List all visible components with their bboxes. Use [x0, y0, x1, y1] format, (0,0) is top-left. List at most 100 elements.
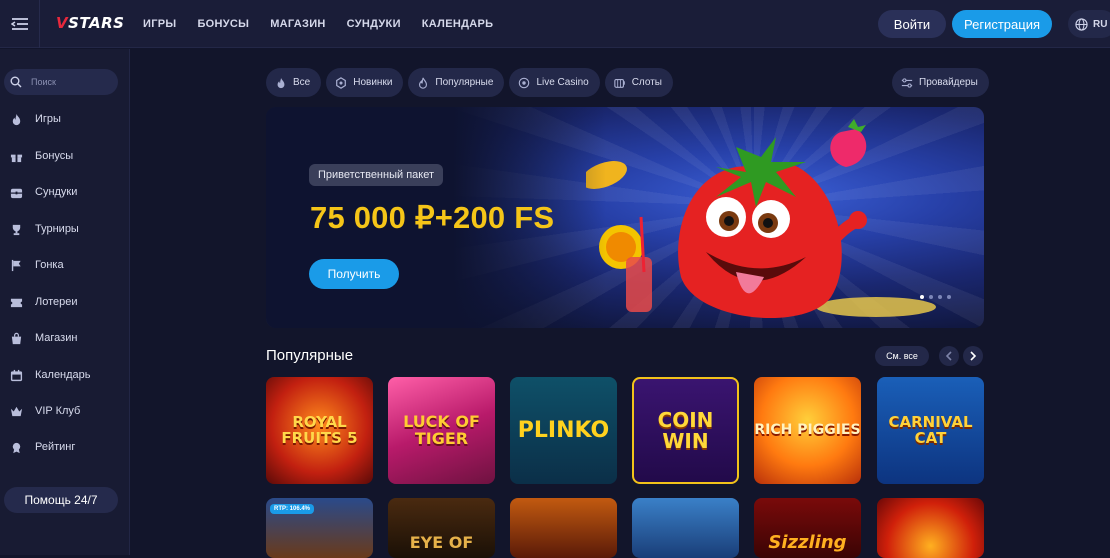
game-tile-row2-4[interactable]	[632, 498, 739, 558]
flame-icon	[12, 113, 21, 125]
game-tile-eye-of[interactable]: EYE OF	[388, 498, 495, 558]
sidebar-item-bonuses[interactable]: Бонусы	[10, 146, 73, 166]
login-button[interactable]: Войти	[878, 10, 946, 38]
game-tile-rich-piggies[interactable]: RICH PIGGIES	[754, 377, 861, 484]
language-code: RU	[1093, 18, 1108, 30]
logo-text: STARS	[68, 14, 125, 32]
crown-icon	[10, 406, 23, 416]
game-tile-row2-6[interactable]	[877, 498, 984, 558]
sidebar-item-race[interactable]: Гонка	[10, 255, 64, 275]
flag-icon	[11, 259, 21, 271]
sidebar-item-label: Календарь	[35, 369, 91, 381]
filter-label: Популярные	[435, 77, 494, 88]
promo-badge: Приветственный пакет	[309, 164, 443, 186]
chest-icon	[10, 188, 23, 198]
sidebar-item-label: Гонка	[35, 259, 64, 271]
sidebar-item-label: Турниры	[35, 223, 79, 235]
game-title: EYE OF	[409, 532, 474, 552]
menu-collapse-icon	[10, 18, 28, 30]
filter-label: Новинки	[353, 77, 393, 88]
carousel-dot[interactable]	[929, 295, 933, 299]
sidebar-item-games[interactable]: Игры	[10, 109, 61, 129]
support-button[interactable]: Помощь 24/7	[4, 487, 118, 513]
prev-arrow-button[interactable]	[939, 346, 959, 366]
logo-v: V	[56, 14, 69, 32]
carousel-dot[interactable]	[920, 295, 924, 299]
providers-label: Провайдеры	[919, 77, 978, 88]
game-title: COIN WIN	[657, 407, 714, 453]
game-title: RICH PIGGIES	[754, 422, 861, 439]
register-button[interactable]: Регистрация	[952, 10, 1052, 38]
carousel-dot[interactable]	[938, 295, 942, 299]
section-title-popular: Популярные	[266, 347, 354, 364]
sidebar: Поиск Игры Бонусы Сундуки Турниры Гонка …	[0, 49, 130, 555]
menu-toggle-button[interactable]	[0, 0, 40, 48]
sidebar-item-label: Магазин	[35, 332, 78, 344]
filter-label: Live Casino	[536, 77, 589, 88]
game-tile-row2-3[interactable]	[510, 498, 617, 558]
carousel-dots	[920, 295, 951, 299]
sidebar-item-calendar[interactable]: Календарь	[10, 365, 91, 385]
filter-slots[interactable]: Слоты	[604, 68, 673, 97]
topnav-chests[interactable]: СУНДУКИ	[347, 18, 401, 30]
sidebar-item-rating[interactable]: Рейтинг	[10, 437, 75, 457]
topnav-shop[interactable]: МАГАЗИН	[270, 18, 325, 30]
filter-new[interactable]: Новинки	[326, 68, 404, 97]
trophy-icon	[12, 224, 21, 235]
game-tile-plinko[interactable]: PLINKO	[510, 377, 617, 484]
claim-bonus-button[interactable]: Получить	[309, 259, 399, 289]
rtp-badge: RTP: 106.4%	[270, 504, 315, 514]
carousel-dot[interactable]	[947, 295, 951, 299]
sidebar-item-label: Рейтинг	[35, 441, 76, 453]
topnav-calendar[interactable]: КАЛЕНДАРЬ	[422, 18, 494, 30]
language-selector[interactable]: RU	[1068, 10, 1110, 38]
sidebar-item-lotteries[interactable]: Лотереи	[10, 292, 78, 312]
search-input[interactable]: Поиск	[4, 69, 118, 95]
game-tile-sizzling[interactable]: Sizzling	[754, 498, 861, 558]
search-placeholder: Поиск	[31, 77, 56, 87]
game-title: ROYAL FRUITS 5	[281, 412, 358, 447]
medal-icon	[12, 442, 21, 453]
providers-button[interactable]: Провайдеры	[892, 68, 989, 97]
game-tile-row2-1[interactable]: RTP: 106.4%	[266, 498, 373, 558]
game-tile-carnival-cat[interactable]: CARNIVAL CAT	[877, 377, 984, 484]
top-nav: ИГРЫ БОНУСЫ МАГАЗИН СУНДУКИ КАЛЕНДАРЬ	[143, 0, 493, 48]
chevron-right-icon	[970, 351, 977, 361]
shop-bag-icon	[11, 332, 22, 344]
topnav-games[interactable]: ИГРЫ	[143, 18, 176, 30]
game-title: LUCK OF TIGER	[403, 411, 480, 448]
game-tile-luck-of-tiger[interactable]: LUCK OF TIGER	[388, 377, 495, 484]
sidebar-item-chests[interactable]: Сундуки	[10, 182, 77, 202]
filter-all[interactable]: Все	[266, 68, 322, 97]
filter-label: Слоты	[631, 77, 662, 88]
sidebar-item-label: Игры	[35, 113, 61, 125]
game-title: CARNIVAL CAT	[888, 412, 973, 447]
search-icon	[10, 76, 22, 88]
game-title: Sizzling	[768, 531, 847, 553]
filter-live-casino[interactable]: Live Casino	[509, 68, 600, 97]
top-bar: VSTARS ИГРЫ БОНУСЫ МАГАЗИН СУНДУКИ КАЛЕН…	[0, 0, 1110, 48]
game-tile-royal-fruits-5[interactable]: ROYAL FRUITS 5	[266, 377, 373, 484]
sidebar-item-vip-club[interactable]: VIP Клуб	[10, 401, 80, 421]
sidebar-item-label: Сундуки	[35, 186, 78, 198]
flame-icon	[277, 77, 285, 88]
promo-amount: 75 000 ₽+200 FS	[310, 200, 555, 235]
sidebar-item-label: Бонусы	[35, 150, 74, 162]
sidebar-item-tournaments[interactable]: Турниры	[10, 219, 79, 239]
game-tile-coin-win[interactable]: COIN WIN	[632, 377, 739, 484]
topnav-bonuses[interactable]: БОНУСЫ	[197, 18, 249, 30]
sidebar-item-shop[interactable]: Магазин	[10, 328, 77, 348]
see-all-button[interactable]: См. все	[875, 346, 929, 366]
logo[interactable]: VSTARS	[56, 14, 124, 32]
live-icon	[519, 77, 530, 88]
sliders-icon	[901, 77, 913, 88]
slots-icon	[614, 78, 625, 88]
gift-icon	[10, 153, 23, 162]
promo-banner[interactable]: Приветственный пакет 75 000 ₽+200 FS Пол…	[266, 107, 984, 328]
ticket-icon	[10, 298, 23, 307]
fire-icon	[419, 77, 428, 89]
category-filters: Все Новинки Популярные Live Casino Слоты	[266, 68, 673, 97]
next-arrow-button[interactable]	[963, 346, 983, 366]
filter-popular[interactable]: Популярные	[408, 68, 505, 97]
chevron-left-icon	[945, 351, 952, 361]
